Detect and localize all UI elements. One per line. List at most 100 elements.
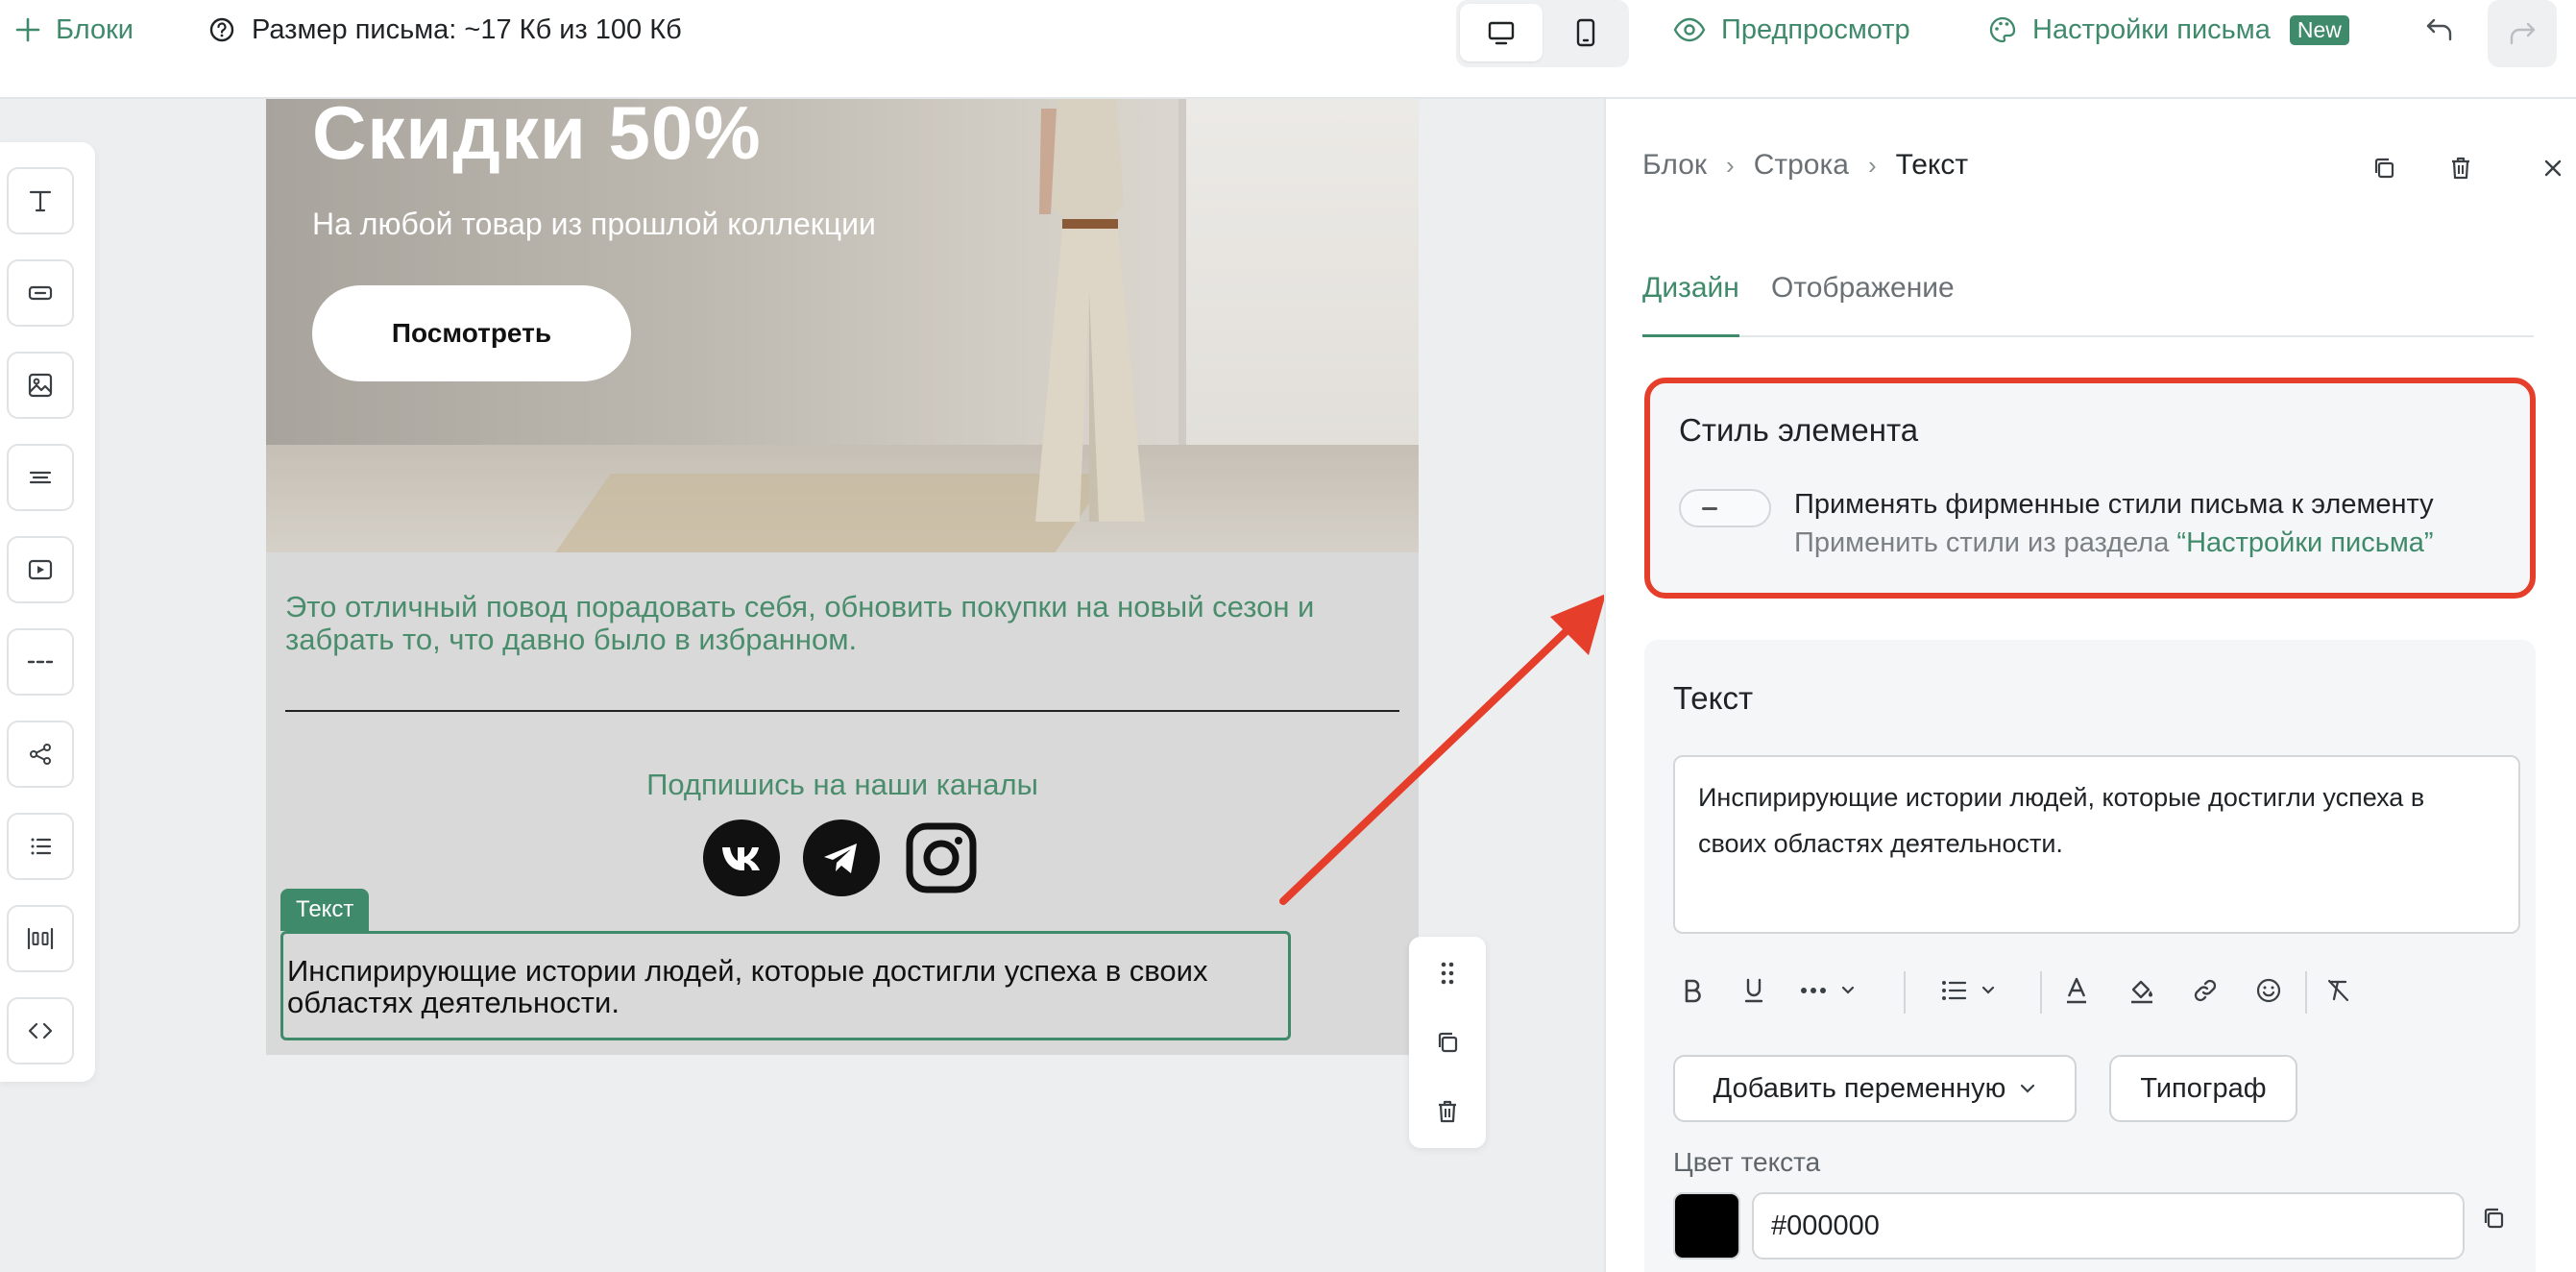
- text-card-title: Текст: [1673, 680, 1754, 716]
- clear-format-icon: [2324, 977, 2351, 1004]
- selected-text-block[interactable]: Инспирирующие истории людей, которые дос…: [280, 931, 1291, 1040]
- add-variable-label: Добавить переменную: [1713, 1072, 2006, 1104]
- email-settings-button[interactable]: Настройки письма New: [1988, 0, 2349, 60]
- fill-color-button[interactable]: [2123, 962, 2161, 1019]
- link-button[interactable]: [2186, 962, 2224, 1019]
- link-icon: [2192, 977, 2219, 1004]
- chevron-right-icon: ›: [1867, 150, 1877, 180]
- video-block-icon: [25, 554, 56, 585]
- underline-icon: [1742, 977, 1765, 1004]
- subscribe-heading[interactable]: Подпишись на наши каналы: [266, 768, 1419, 802]
- add-variable-button[interactable]: Добавить переменную: [1673, 1055, 2077, 1122]
- breadcrumb-row[interactable]: Строка: [1754, 149, 1849, 182]
- bold-button[interactable]: [1673, 962, 1712, 1019]
- email-settings-link[interactable]: “Настройки письма”: [2176, 527, 2433, 558]
- list-block-tool[interactable]: [7, 813, 74, 880]
- button-block-icon: [25, 278, 56, 308]
- undo-icon: [2424, 16, 2455, 43]
- image-block-tool[interactable]: [7, 352, 74, 419]
- tab-display[interactable]: Отображение: [1771, 272, 1955, 337]
- panel-duplicate-button[interactable]: [2363, 147, 2405, 189]
- preview-label: Предпросмотр: [1721, 13, 1910, 45]
- text-settings-card: Текст Инспирирующие истории людей, котор…: [1644, 640, 2536, 1272]
- bullet-list-icon: [1940, 978, 1967, 1003]
- vk-icon[interactable]: [703, 819, 780, 896]
- clear-format-button[interactable]: [2319, 962, 2357, 1019]
- list-block-icon: [25, 831, 56, 862]
- duplicate-icon: [1434, 1029, 1461, 1056]
- breadcrumb-block[interactable]: Блок: [1642, 149, 1707, 182]
- social-block-tool[interactable]: [7, 721, 74, 788]
- typograf-label: Типограф: [2140, 1072, 2267, 1104]
- desktop-view-button[interactable]: [1460, 4, 1543, 61]
- hero-subtitle[interactable]: На любой товар из прошлой коллекции: [312, 207, 876, 242]
- redo-button[interactable]: [2488, 0, 2557, 67]
- duplicate-block-button[interactable]: [1409, 1014, 1486, 1071]
- drag-icon: [1438, 960, 1457, 987]
- mobile-view-button[interactable]: [1544, 4, 1627, 61]
- element-style-title: Стиль элемента: [1679, 412, 1919, 448]
- text-editor[interactable]: Инспирирующие истории людей, которые дос…: [1673, 755, 2520, 934]
- telegram-icon[interactable]: [803, 819, 880, 896]
- drag-handle[interactable]: [1409, 944, 1486, 1002]
- duplicate-icon: [2370, 155, 2397, 182]
- more-icon: [1800, 986, 1827, 995]
- text-color-hex-input[interactable]: #000000: [1752, 1192, 2465, 1260]
- button-block-tool[interactable]: [7, 259, 74, 327]
- tab-design[interactable]: Дизайн: [1642, 272, 1739, 337]
- toolbar-separator: [1904, 971, 1906, 1014]
- blocks-label: Блоки: [56, 13, 134, 45]
- text-color-swatch[interactable]: [1673, 1192, 1740, 1260]
- underline-button[interactable]: [1735, 962, 1773, 1019]
- email-paragraph[interactable]: Это отличный повод порадовать себя, обно…: [285, 591, 1409, 656]
- code-block-tool[interactable]: [7, 997, 74, 1064]
- brand-styles-label: Применять фирменные стили письма к элеме…: [1794, 489, 2434, 520]
- more-formatting-dropdown[interactable]: [1794, 962, 1861, 1019]
- trash-icon: [2447, 155, 2474, 182]
- columns-block-icon: [25, 923, 56, 954]
- help-circle-icon[interactable]: [207, 15, 236, 44]
- typograf-button[interactable]: Типограф: [2109, 1055, 2297, 1122]
- emoji-icon: [2255, 977, 2282, 1004]
- hero-banner[interactable]: Скидки 50% На любой товар из прошлой кол…: [266, 99, 1419, 552]
- code-block-icon: [25, 1015, 56, 1046]
- copy-color-button[interactable]: [2480, 1205, 2507, 1232]
- divider-block-tool[interactable]: [7, 628, 74, 696]
- chevron-down-icon: [1981, 985, 1996, 996]
- text-color-button[interactable]: [2057, 962, 2096, 1019]
- instagram-icon[interactable]: [903, 819, 980, 896]
- properties-panel: Блок › Строка › Текст Дизайн Отображение…: [1604, 99, 2576, 1272]
- social-icons: [703, 819, 980, 896]
- menu-block-icon: [25, 462, 56, 493]
- text-block-tool[interactable]: [7, 167, 74, 234]
- toolbar-separator: [2305, 971, 2307, 1014]
- emoji-button[interactable]: [2249, 962, 2288, 1019]
- breadcrumb-text: Текст: [1895, 149, 1969, 181]
- block-toolbox: [0, 142, 95, 1082]
- delete-block-button[interactable]: [1409, 1083, 1486, 1140]
- brand-styles-toggle[interactable]: [1679, 489, 1771, 527]
- undo-button[interactable]: [2413, 0, 2467, 60]
- email-canvas: Скидки 50% На любой товар из прошлой кол…: [266, 99, 1419, 1055]
- menu-block-tool[interactable]: [7, 444, 74, 511]
- toggle-off-indicator: [1702, 507, 1717, 510]
- panel-tabs: Дизайн Отображение: [1642, 262, 2534, 337]
- device-switcher: [1456, 0, 1629, 67]
- hero-cta-button[interactable]: Посмотреть: [312, 285, 631, 381]
- columns-block-tool[interactable]: [7, 905, 74, 972]
- toolbar-separator: [2040, 971, 2042, 1014]
- panel-delete-button[interactable]: [2440, 147, 2482, 189]
- video-block-tool[interactable]: [7, 536, 74, 603]
- trash-icon: [1434, 1098, 1461, 1125]
- share-block-icon: [25, 739, 56, 770]
- preview-button[interactable]: Предпросмотр: [1673, 0, 1910, 60]
- email-divider[interactable]: [285, 710, 1399, 712]
- list-dropdown[interactable]: [1934, 962, 2002, 1019]
- hero-title[interactable]: Скидки 50%: [312, 99, 762, 177]
- blocks-button[interactable]: Блоки: [13, 0, 134, 60]
- annotation-arrow: [1279, 594, 1606, 905]
- panel-close-button[interactable]: [2532, 147, 2574, 189]
- breadcrumb: Блок › Строка › Текст: [1642, 149, 1968, 182]
- text-color-icon: [2064, 976, 2089, 1005]
- brand-styles-desc-prefix: Применить стили из раздела: [1794, 527, 2177, 558]
